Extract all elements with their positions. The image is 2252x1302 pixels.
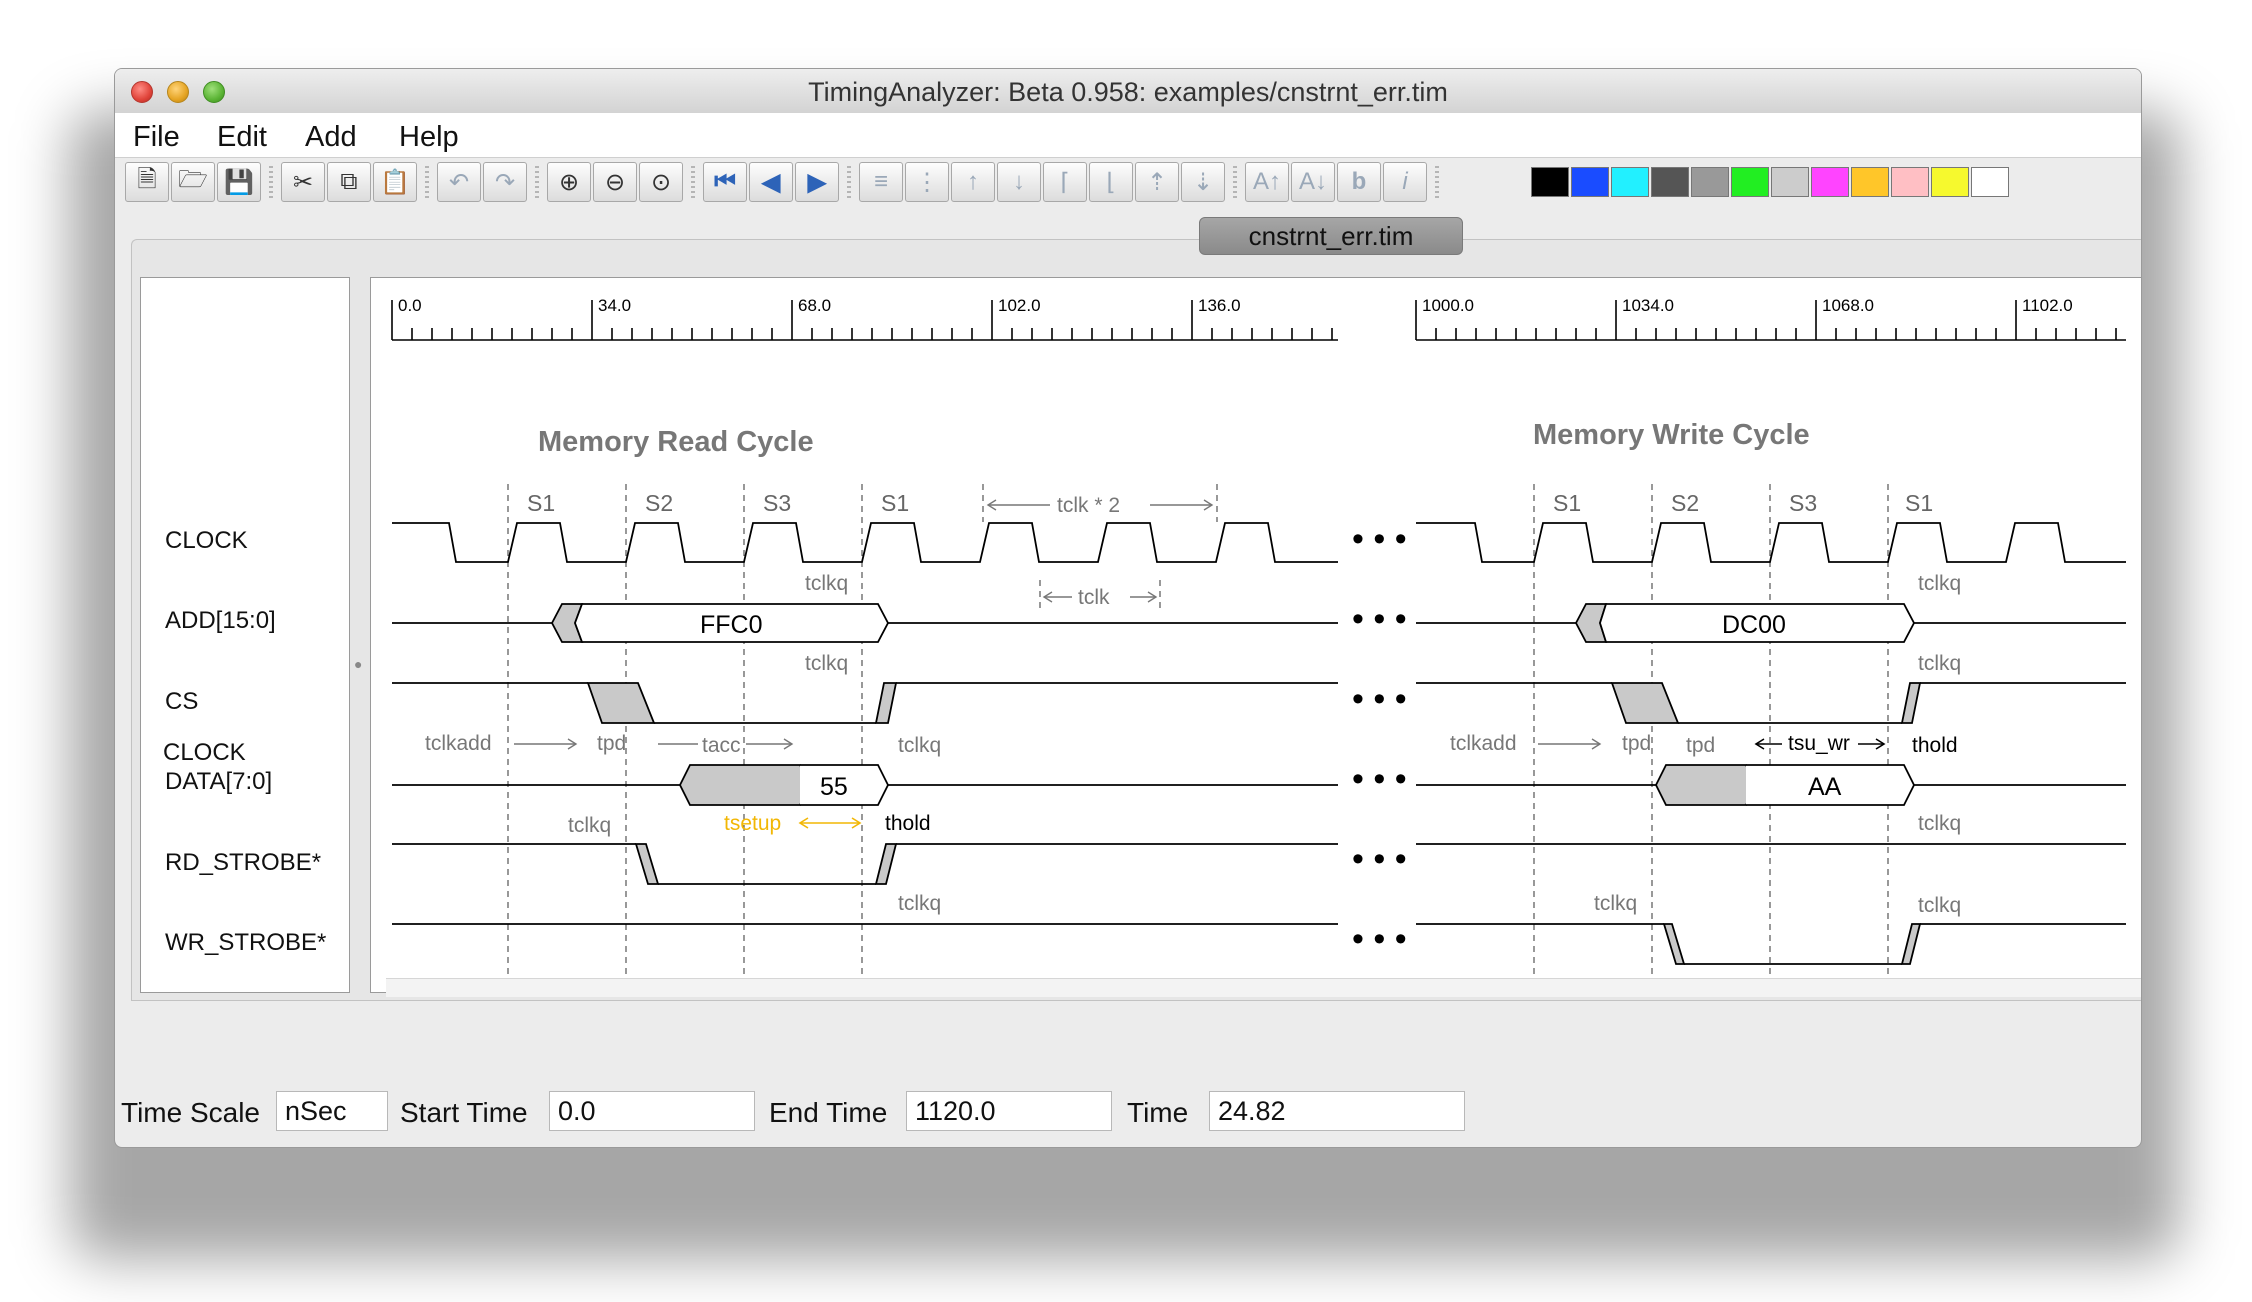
tclkq-label: tclkq — [1918, 572, 1961, 595]
wr-strobe-fall — [1662, 923, 1686, 965]
read-cycle-title: Memory Read Cycle — [538, 426, 814, 458]
cs-waveform — [392, 682, 2126, 724]
cs-read-fall — [586, 682, 656, 724]
tclkq-label: tclkq — [805, 652, 848, 675]
ruler-label: 1000.0 — [1422, 296, 1474, 315]
ruler-labels: 0.0 34.0 68.0 102.0 136.0 1000.0 1034.0 … — [398, 296, 2073, 315]
add-write-value: DC00 — [1722, 611, 1786, 639]
continuation-dots: • • • • • • • • • • • • • • • • • • — [1352, 520, 1407, 958]
state-label: S1 — [1905, 490, 1933, 516]
ruler-label: 34.0 — [598, 296, 631, 315]
rd-strobe-fall — [634, 843, 660, 885]
data-read-invalid — [678, 764, 812, 806]
tclkq-label: tclkq — [805, 572, 848, 595]
rd-strobe-waveform — [392, 843, 2126, 885]
state-label: S1 — [881, 490, 909, 516]
state-guides — [507, 484, 1889, 975]
tclkq-label: tclkq — [568, 814, 611, 837]
clock-trace-write — [1416, 522, 2126, 563]
tclkq-label: tclkq — [1918, 894, 1961, 917]
tpd-label: tpd — [1686, 734, 1715, 757]
tclkadd-label: tclkadd — [1450, 732, 1517, 755]
tclkadd-label: tclkadd — [425, 732, 492, 755]
state-label: S1 — [527, 490, 555, 516]
tsetup-label: tsetup — [724, 812, 781, 835]
state-labels: S1 S2 S3 S1 S1 S2 S3 S1 — [527, 490, 1933, 516]
clock-trace-read — [392, 522, 1338, 563]
thold-label: thold — [1912, 734, 1958, 757]
wr-strobe-rise — [1900, 923, 1922, 965]
thold-label: thold — [885, 812, 931, 835]
state-label: S3 — [1789, 490, 1817, 516]
ellipsis: • • • — [1352, 920, 1407, 958]
tpd-label: tpd — [597, 732, 626, 755]
state-label: S2 — [1671, 490, 1699, 516]
timing-annotations: tclk * 2 tclk tclkq tclkq tclkadd tpd ta… — [425, 494, 1961, 917]
address-bus — [392, 603, 2126, 643]
cs-write-fall — [1610, 682, 1680, 724]
tclkq-label: tclkq — [1918, 652, 1961, 675]
rd-strobe-rise — [874, 843, 898, 885]
tclkq-label: tclkq — [898, 734, 941, 757]
state-label: S2 — [645, 490, 673, 516]
ruler-label: 68.0 — [798, 296, 831, 315]
tacc-label: tacc — [702, 734, 741, 757]
tsu-wr-label: tsu_wr — [1788, 732, 1850, 755]
ellipsis: • • • — [1352, 760, 1407, 798]
ruler-label: 1102.0 — [2022, 296, 2073, 315]
ellipsis: • • • — [1352, 520, 1407, 558]
cs-read-rise — [874, 682, 898, 724]
ellipsis: • • • — [1352, 680, 1407, 718]
ruler-label: 1034.0 — [1622, 296, 1674, 315]
tpd-label: tpd — [1622, 732, 1651, 755]
state-label: S1 — [1553, 490, 1581, 516]
ruler-label: 1068.0 — [1822, 296, 1874, 315]
timing-diagram: 0.0 34.0 68.0 102.0 136.0 1000.0 1034.0 … — [391, 296, 2126, 975]
tclk2-label: tclk * 2 — [1057, 494, 1120, 517]
write-cycle-title: Memory Write Cycle — [1533, 419, 1810, 451]
tclk-label: tclk — [1078, 586, 1110, 609]
tclkq-label: tclkq — [898, 892, 941, 915]
ruler-label: 102.0 — [998, 296, 1041, 315]
ellipsis: • • • — [1352, 840, 1407, 878]
data-write-value: AA — [1808, 773, 1842, 801]
data-write-invalid — [1654, 764, 1758, 806]
state-label: S3 — [763, 490, 791, 516]
wr-strobe-waveform — [392, 923, 2126, 965]
data-bus — [392, 764, 2126, 806]
ruler-label: 136.0 — [1198, 296, 1241, 315]
data-read-value: 55 — [820, 773, 848, 801]
add-read-value: FFC0 — [700, 611, 763, 639]
cs-write-rise — [1900, 682, 1922, 724]
tclkq-label: tclkq — [1918, 812, 1961, 835]
clock-waveform — [392, 522, 2126, 563]
setup-violation-arrow — [798, 817, 862, 829]
tclkq-label: tclkq — [1594, 892, 1637, 915]
ellipsis: • • • — [1352, 600, 1407, 638]
ruler-label: 0.0 — [398, 296, 422, 315]
